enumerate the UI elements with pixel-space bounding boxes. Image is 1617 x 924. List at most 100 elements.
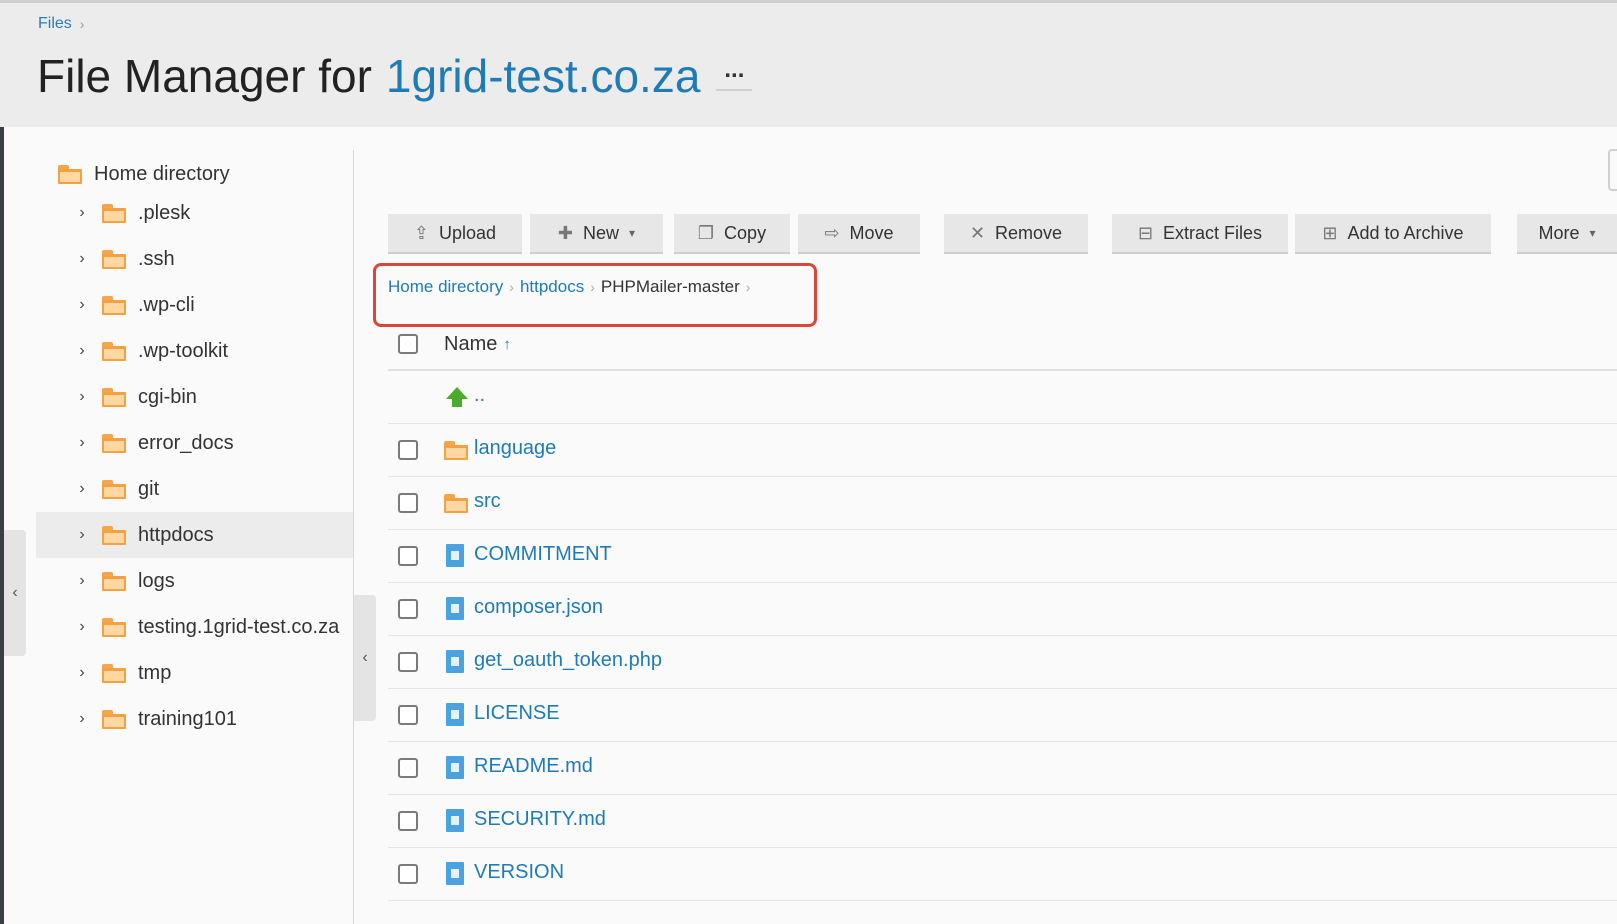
more-button-label: More	[1538, 222, 1580, 243]
chevron-right-icon[interactable]: ›	[76, 710, 88, 728]
folder-icon	[102, 203, 126, 223]
copy-button[interactable]: ❐ Copy	[674, 214, 790, 254]
chevron-right-icon[interactable]: ›	[76, 480, 88, 498]
row-checkbox[interactable]	[398, 546, 418, 566]
path-home-directory-link[interactable]: Home directory	[388, 277, 503, 297]
row-checkbox[interactable]	[398, 440, 418, 460]
file-name-link[interactable]: composer.json	[474, 596, 603, 619]
row-checkbox[interactable]	[398, 705, 418, 725]
chevron-right-icon[interactable]: ›	[76, 526, 88, 544]
window-edge	[0, 127, 4, 924]
file-name-link[interactable]: COMMITMENT	[474, 543, 612, 566]
page-title: File Manager for 1grid-test.co.za ...	[37, 49, 753, 103]
tree-item-git[interactable]: › git	[36, 466, 354, 512]
tree-item-logs[interactable]: › logs	[36, 558, 354, 604]
file-row[interactable]: src	[388, 477, 1617, 530]
tree-item-home-directory[interactable]: Home directory	[58, 157, 230, 191]
file-name-link[interactable]: get_oauth_token.php	[474, 649, 662, 672]
file-icon	[446, 650, 464, 678]
plus-icon: ✚	[557, 222, 574, 243]
file-name-link[interactable]: language	[474, 437, 556, 460]
file-list-header: Name ↑	[388, 323, 1617, 371]
chevron-right-icon[interactable]: ›	[76, 572, 88, 590]
folder-icon	[102, 341, 126, 361]
tree-item-error-docs[interactable]: › error_docs	[36, 420, 354, 466]
sidebar-divider	[353, 150, 354, 924]
tree-item-cgi-bin[interactable]: › cgi-bin	[36, 374, 354, 420]
file-name-link[interactable]: src	[474, 490, 501, 513]
tree-item-wp-cli[interactable]: › .wp-cli	[36, 282, 354, 328]
row-checkbox[interactable]	[398, 652, 418, 672]
chevron-right-icon: ›	[509, 279, 514, 295]
chevron-right-icon[interactable]: ›	[76, 388, 88, 406]
upload-button-label: Upload	[439, 222, 497, 243]
row-checkbox[interactable]	[398, 493, 418, 513]
move-button[interactable]: ⇨ Move	[798, 214, 920, 254]
chevron-right-icon[interactable]: ›	[76, 204, 88, 222]
file-row[interactable]: get_oauth_token.php	[388, 636, 1617, 689]
row-checkbox[interactable]	[398, 758, 418, 778]
tree-item-httpdocs[interactable]: › httpdocs	[36, 512, 354, 558]
remove-button[interactable]: ✕ Remove	[944, 214, 1088, 254]
file-row[interactable]: composer.json	[388, 583, 1617, 636]
tree-item-label: .plesk	[138, 201, 191, 224]
tree-item-wp-toolkit[interactable]: › .wp-toolkit	[36, 328, 354, 374]
more-actions-button[interactable]: ...	[716, 58, 753, 91]
path-httpdocs-link[interactable]: httpdocs	[520, 277, 584, 297]
file-name-link[interactable]: LICENSE	[474, 702, 560, 725]
file-row[interactable]: README.md	[388, 742, 1617, 795]
file-row[interactable]: COMMITMENT	[388, 530, 1617, 583]
select-all-checkbox[interactable]	[398, 334, 418, 354]
folder-icon	[102, 387, 126, 407]
row-checkbox[interactable]	[398, 599, 418, 619]
up-arrow-icon	[446, 386, 468, 407]
file-icon	[446, 862, 464, 890]
folder-icon	[102, 525, 126, 545]
chevron-right-icon[interactable]: ›	[76, 618, 88, 636]
row-checkbox[interactable]	[398, 811, 418, 831]
tree-item-testing-1grid-test-co-za[interactable]: › testing.1grid-test.co.za	[36, 604, 354, 650]
file-manager-page: Files › File Manager for 1grid-test.co.z…	[0, 0, 1617, 924]
breadcrumb-files-link[interactable]: Files	[38, 15, 72, 33]
add-to-archive-button[interactable]: ⊞ Add to Archive	[1295, 214, 1491, 254]
tree-item-label: training101	[138, 707, 237, 730]
tree-item-label: logs	[138, 569, 175, 592]
file-icon	[446, 809, 464, 837]
file-row[interactable]: LICENSE	[388, 689, 1617, 742]
chevron-right-icon[interactable]: ›	[76, 664, 88, 682]
name-column-header[interactable]: Name ↑	[444, 333, 511, 356]
chevron-right-icon[interactable]: ›	[76, 296, 88, 314]
more-button[interactable]: More ▾	[1517, 214, 1617, 254]
chevron-down-icon: ▾	[629, 226, 636, 240]
archive-icon: ⊞	[1322, 222, 1338, 243]
upload-button[interactable]: ⇪ Upload	[388, 214, 522, 254]
file-row[interactable]: SECURITY.md	[388, 795, 1617, 848]
domain-link[interactable]: 1grid-test.co.za	[386, 49, 700, 103]
file-icon	[446, 544, 464, 572]
tree-item-training101[interactable]: › training101	[36, 696, 354, 742]
chevron-right-icon[interactable]: ›	[76, 342, 88, 360]
path-current-folder: PHPMailer-master	[600, 277, 740, 296]
tree-item-tmp[interactable]: › tmp	[36, 650, 354, 696]
panel-edge-control[interactable]	[1608, 149, 1617, 191]
extract-icon: ⊟	[1137, 222, 1154, 243]
row-checkbox[interactable]	[398, 864, 418, 884]
collapse-panel-button[interactable]: ‹	[4, 530, 26, 656]
new-button[interactable]: ✚ New ▾	[530, 214, 663, 254]
chevron-right-icon[interactable]: ›	[76, 434, 88, 452]
parent-directory-row[interactable]: ..	[388, 371, 1617, 424]
file-row[interactable]: VERSION	[388, 848, 1617, 901]
file-name-link[interactable]: SECURITY.md	[474, 808, 606, 831]
file-name-link[interactable]: README.md	[474, 755, 593, 778]
file-name-link[interactable]: VERSION	[474, 861, 564, 884]
chevron-right-icon[interactable]: ›	[76, 250, 88, 268]
collapse-tree-button[interactable]: ‹	[354, 595, 376, 721]
chevron-right-icon: ›	[745, 279, 751, 295]
tree-item-label: Home directory	[94, 162, 230, 185]
parent-directory-link[interactable]: ..	[474, 384, 485, 407]
file-row[interactable]: language	[388, 424, 1617, 477]
tree-item-ssh[interactable]: › .ssh	[36, 236, 354, 282]
extract-files-button[interactable]: ⊟ Extract Files	[1112, 214, 1288, 254]
tree-item-plesk[interactable]: › .plesk	[36, 190, 354, 236]
folder-icon	[102, 663, 126, 683]
